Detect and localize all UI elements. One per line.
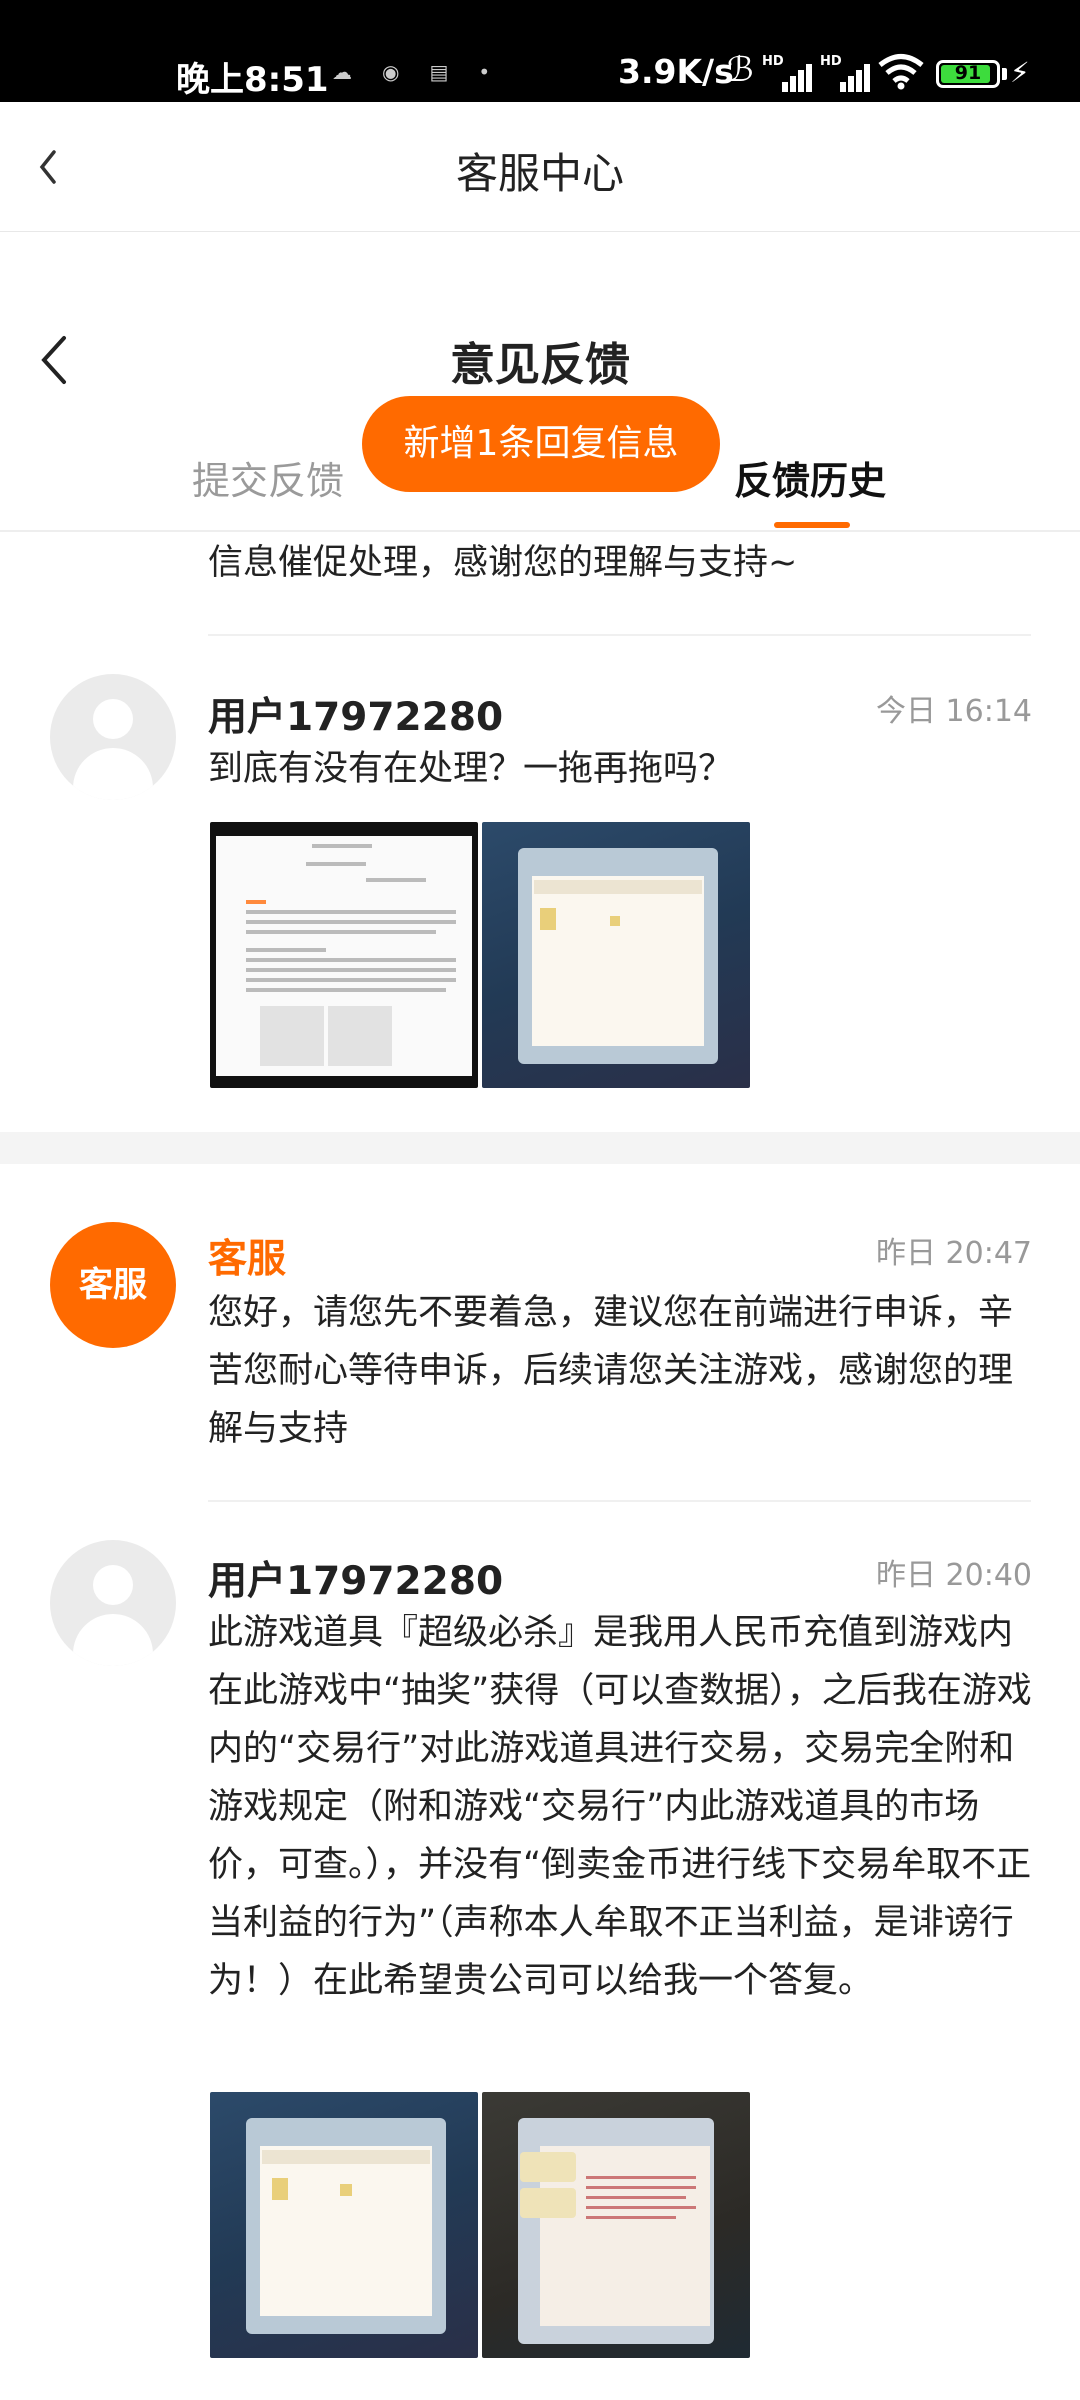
message-text: 您好，请您先不要着急，建议您在前端进行申诉，辛苦您耐心等待申诉，后续请您关注游戏…: [208, 1293, 1014, 1449]
tab-submit-feedback[interactable]: 提交反馈: [192, 450, 344, 505]
status-bar: 晚上8:51 ☁◉▤• 3.9K/s ℬ HD HD 91 ⚡: [0, 0, 1080, 102]
message-text: 信息催促处理，感谢您的理解与支持~: [208, 543, 798, 583]
notification-icons: ☁◉▤•: [332, 60, 521, 84]
message-time: 今日 16:14: [876, 694, 1032, 729]
tab-feedback-history[interactable]: 反馈历史: [734, 450, 886, 505]
message-time: 昨日 20:40: [876, 1558, 1032, 1593]
message-divider: [208, 634, 1031, 636]
signal-icon-2: HD: [820, 54, 874, 92]
sim1-hd-label: HD: [762, 54, 784, 69]
sim2-hd-label: HD: [820, 54, 842, 69]
feedback-title: 意见反馈: [449, 338, 630, 391]
message-time: 昨日 20:47: [876, 1236, 1032, 1271]
battery-icon: 91: [936, 60, 1000, 88]
sender-name: 用户17972280: [208, 695, 504, 740]
sender-name: 用户17972280: [208, 1559, 504, 1604]
status-time: 晚上8:51: [176, 60, 329, 100]
avatar: [50, 1540, 176, 1666]
battery-tip: [1002, 68, 1007, 80]
attachment-image[interactable]: [210, 822, 478, 1088]
wifi-icon: [878, 54, 924, 90]
app-header: 客服中心: [0, 102, 1080, 232]
sender-name: 客服: [208, 1237, 287, 1282]
attachment-image[interactable]: [210, 2092, 478, 2358]
header-divider: [0, 530, 1080, 532]
active-tab-indicator: [774, 522, 850, 528]
network-speed: 3.9K/s: [618, 52, 734, 91]
cs-avatar: 客服: [50, 1222, 176, 1348]
message-divider: [208, 1500, 1031, 1502]
charging-icon: ⚡: [1010, 56, 1030, 89]
page-title: 客服中心: [455, 149, 624, 198]
message-text: 到底有没有在处理？一拖再拖吗？: [208, 749, 734, 789]
message-text: 此游戏道具『超级必杀』是我用人民币充值到游戏内在此游戏中“抽奖”获得（可以查数据…: [208, 1613, 1032, 2001]
signal-icon: HD: [762, 54, 816, 92]
bluetooth-icon: ℬ: [727, 50, 754, 90]
avatar: [50, 674, 176, 800]
battery-level: 91: [954, 62, 982, 84]
attachment-image[interactable]: [482, 2092, 750, 2358]
new-reply-toast[interactable]: 新增1条回复信息: [362, 396, 720, 492]
attachment-image[interactable]: [482, 822, 750, 1088]
section-separator: [0, 1132, 1080, 1164]
